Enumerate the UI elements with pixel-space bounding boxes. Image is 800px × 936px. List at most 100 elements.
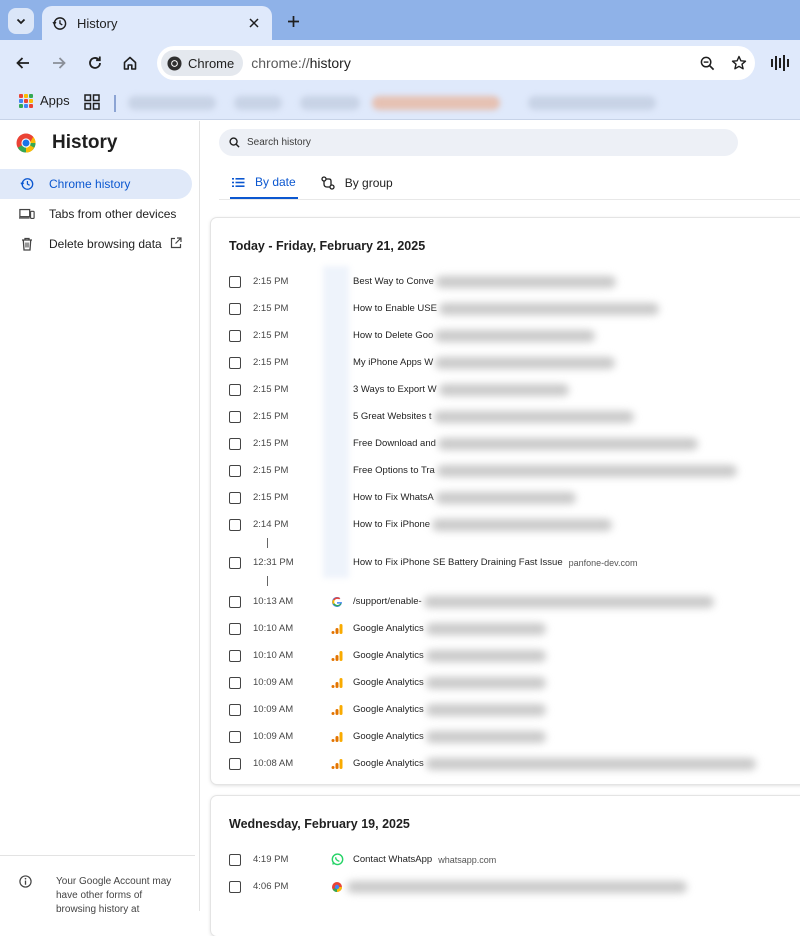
plus-icon xyxy=(287,15,299,27)
blurred-bookmark[interactable] xyxy=(372,96,500,110)
entry-checkbox[interactable] xyxy=(229,437,241,450)
entry-checkbox[interactable] xyxy=(229,491,241,504)
entry-checkbox[interactable] xyxy=(229,880,241,893)
history-entry-row[interactable]: 10:09 AM Google Analytics xyxy=(229,696,799,723)
history-entry-row[interactable]: 2:15 PM My iPhone Apps W xyxy=(229,349,799,376)
home-button[interactable] xyxy=(117,50,143,76)
zoom-button[interactable] xyxy=(691,50,723,76)
history-entry-row[interactable]: 4:19 PM Contact WhatsApp whatsapp.com xyxy=(229,846,799,873)
history-entry-row[interactable]: 2:14 PM How to Fix iPhone xyxy=(229,511,799,538)
entry-title-link[interactable]: How to Fix iPhone xyxy=(353,519,430,530)
devices-icon xyxy=(19,206,35,222)
entry-checkbox[interactable] xyxy=(229,302,241,315)
entry-title-link[interactable]: Google Analytics xyxy=(353,623,424,634)
blurred-bookmark[interactable] xyxy=(528,96,656,110)
redacted-text xyxy=(425,649,546,662)
history-entry-row[interactable]: 2:15 PM Best Way to Conve xyxy=(229,268,799,295)
bookmark-star-button[interactable] xyxy=(723,50,755,76)
entry-time: 2:15 PM xyxy=(253,384,289,395)
entry-title-link[interactable]: Best Way to Conve xyxy=(353,276,434,287)
entry-checkbox[interactable] xyxy=(229,383,241,396)
history-entry-row[interactable]: 10:09 AM Google Analytics xyxy=(229,723,799,750)
history-entry-row[interactable]: 2:15 PM Free Options to Tra xyxy=(229,457,799,484)
entry-checkbox[interactable] xyxy=(229,556,241,569)
tab-groups-button[interactable] xyxy=(84,94,100,115)
entry-checkbox[interactable] xyxy=(229,356,241,369)
tab-by-group[interactable]: By group xyxy=(321,167,393,199)
history-entry-row[interactable]: 10:10 AM Google Analytics xyxy=(229,615,799,642)
site-info-chip[interactable]: Chrome xyxy=(161,50,244,76)
favicon-icon xyxy=(329,274,345,290)
entry-time: 2:15 PM xyxy=(253,465,289,476)
page-title: History xyxy=(52,132,118,153)
entry-title-link[interactable]: 5 Great Websites t xyxy=(353,411,432,422)
history-entry-row[interactable]: 2:15 PM 3 Ways to Export W xyxy=(229,376,799,403)
entry-title-link[interactable]: Free Options to Tra xyxy=(353,465,435,476)
entry-title-link[interactable]: Free Download and xyxy=(353,438,436,449)
history-entry-row[interactable]: 12:31 PM How to Fix iPhone SE Battery Dra… xyxy=(229,549,799,576)
entry-title-link[interactable]: Google Analytics xyxy=(353,677,424,688)
blurred-bookmark[interactable] xyxy=(300,96,360,110)
entry-checkbox[interactable] xyxy=(229,622,241,635)
new-tab-button[interactable] xyxy=(282,10,304,32)
history-entry-row[interactable]: 10:10 AM Google Analytics xyxy=(229,642,799,669)
entry-checkbox[interactable] xyxy=(229,464,241,477)
entry-time: 10:13 AM xyxy=(253,596,294,607)
history-entry-row[interactable]: 4:06 PM xyxy=(229,873,799,900)
entry-checkbox[interactable] xyxy=(229,410,241,423)
entry-title-link[interactable]: How to Fix WhatsA xyxy=(353,492,434,503)
entry-title-link[interactable]: My iPhone Apps W xyxy=(353,357,433,368)
reload-button[interactable] xyxy=(82,50,108,76)
back-button[interactable] xyxy=(10,50,36,76)
entry-title-link[interactable]: How to Fix iPhone SE Battery Draining Fa… xyxy=(353,557,563,568)
entry-title-link[interactable]: /support/enable- xyxy=(353,596,422,607)
entry-title-link[interactable]: Google Analytics xyxy=(353,650,424,661)
history-entry-row[interactable]: 2:15 PM How to Enable USE xyxy=(229,295,799,322)
entry-checkbox[interactable] xyxy=(229,757,241,770)
blurred-bookmark[interactable] xyxy=(234,96,282,110)
sidebar-item-other-devices[interactable]: Tabs from other devices xyxy=(0,199,192,229)
entry-title-link[interactable]: 3 Ways to Export W xyxy=(353,384,437,395)
entry-title-link[interactable]: Google Analytics xyxy=(353,704,424,715)
browser-tab-history[interactable]: History xyxy=(42,6,272,40)
analytics-icon xyxy=(329,756,345,772)
extension-button[interactable] xyxy=(770,53,790,78)
time-gap-marker xyxy=(267,576,268,586)
day-heading: Wednesday, February 19, 2025 xyxy=(229,817,410,831)
entry-checkbox[interactable] xyxy=(229,595,241,608)
blurred-bookmark[interactable] xyxy=(128,96,216,110)
search-history-field[interactable]: Search history xyxy=(219,129,738,156)
tab-title: History xyxy=(77,15,118,31)
forward-button[interactable] xyxy=(46,50,72,76)
url-text[interactable]: chrome://history xyxy=(251,55,691,71)
tab-search-button[interactable] xyxy=(8,8,34,34)
history-entry-row[interactable]: 10:13 AM/support/enable- xyxy=(229,588,799,615)
entry-title-link[interactable]: Contact WhatsApp xyxy=(353,854,432,865)
entry-checkbox[interactable] xyxy=(229,329,241,342)
entry-checkbox[interactable] xyxy=(229,703,241,716)
sidebar-item-chrome-history[interactable]: Chrome history xyxy=(0,169,192,199)
close-tab-button[interactable] xyxy=(246,15,262,31)
entry-checkbox[interactable] xyxy=(229,676,241,689)
history-entry-row[interactable]: 10:09 AM Google Analytics xyxy=(229,669,799,696)
entry-checkbox[interactable] xyxy=(229,649,241,662)
entry-title-link[interactable]: How to Delete Goo xyxy=(353,330,433,341)
entry-checkbox[interactable] xyxy=(229,518,241,531)
bookmark-apps[interactable]: Apps xyxy=(19,93,70,108)
entry-checkbox[interactable] xyxy=(229,853,241,866)
entry-checkbox[interactable] xyxy=(229,730,241,743)
entry-title-link[interactable]: Google Analytics xyxy=(353,731,424,742)
entry-title-link[interactable]: How to Enable USE xyxy=(353,303,437,314)
redacted-text xyxy=(425,730,546,743)
history-entry-row[interactable]: 2:15 PM How to Fix WhatsA xyxy=(229,484,799,511)
bookmarks-separator xyxy=(114,95,116,112)
history-entry-row[interactable]: 2:15 PM How to Delete Goo xyxy=(229,322,799,349)
history-entry-row[interactable]: 2:15 PM 5 Great Websites t xyxy=(229,403,799,430)
tab-by-date[interactable]: By date xyxy=(230,167,298,199)
history-entry-row[interactable]: 10:08 AM Google Analytics xyxy=(229,750,799,777)
entry-checkbox[interactable] xyxy=(229,275,241,288)
address-bar[interactable]: Chrome chrome://history xyxy=(157,46,755,80)
history-entry-row[interactable]: 2:15 PM Free Download and xyxy=(229,430,799,457)
entry-title-link[interactable]: Google Analytics xyxy=(353,758,424,769)
sidebar-item-delete-browsing-data[interactable]: Delete browsing data xyxy=(0,229,192,259)
